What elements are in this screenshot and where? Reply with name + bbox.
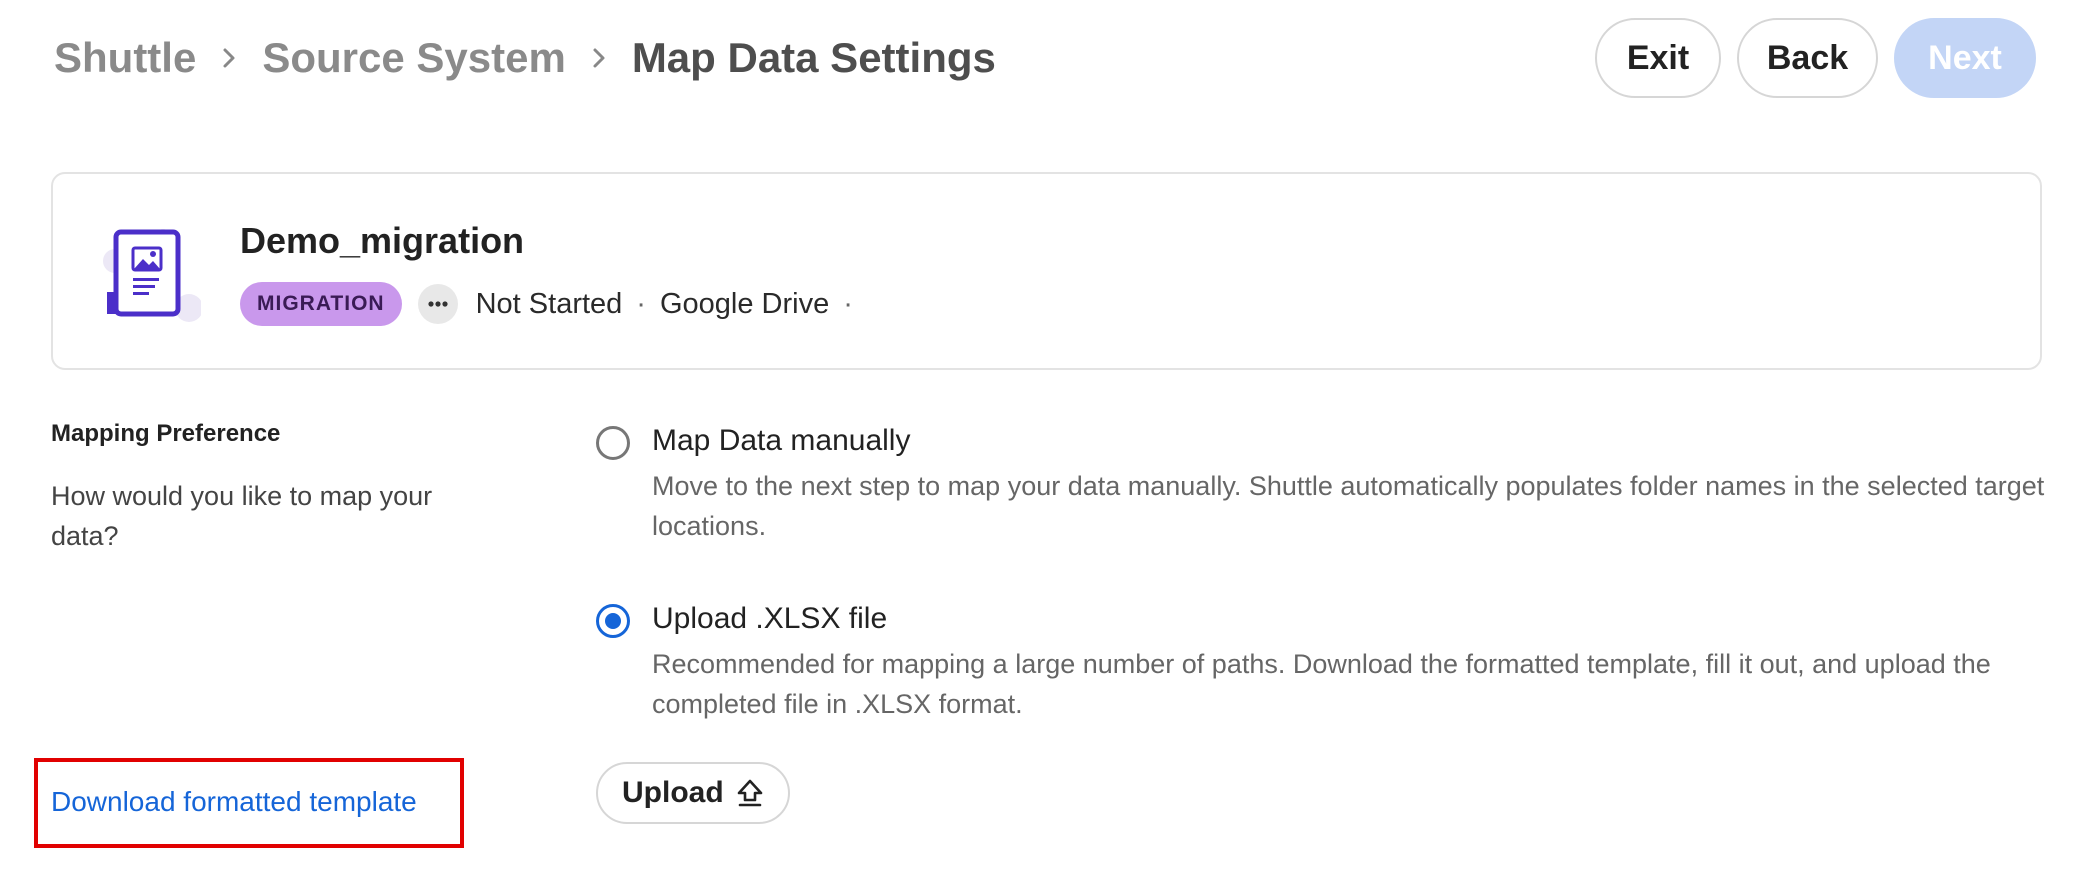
separator: · bbox=[636, 287, 646, 320]
exit-button[interactable]: Exit bbox=[1595, 18, 1721, 98]
document-image-icon bbox=[101, 226, 203, 326]
separator: · bbox=[843, 287, 853, 320]
radio-upload-xlsx[interactable] bbox=[596, 604, 630, 638]
chevron-right-icon bbox=[218, 47, 240, 69]
breadcrumb-shuttle[interactable]: Shuttle bbox=[54, 34, 196, 82]
page-title: Map Data Settings bbox=[631, 34, 996, 81]
breadcrumb-source-system[interactable]: Source System bbox=[262, 34, 565, 82]
migration-title: Demo_migration bbox=[240, 220, 525, 261]
upload-button[interactable]: Upload bbox=[596, 762, 790, 824]
header-actions: Exit Back Next bbox=[1595, 18, 2036, 98]
status-text: Not Started bbox=[475, 287, 623, 320]
upload-label: Upload bbox=[622, 776, 724, 809]
option-title: Upload .XLSX file bbox=[652, 602, 888, 635]
source-text: Google Drive bbox=[659, 287, 830, 320]
option-description: Recommended for mapping a large number o… bbox=[652, 649, 1991, 719]
mapping-preference-title: Mapping Preference bbox=[51, 420, 281, 447]
back-button[interactable]: Back bbox=[1737, 18, 1878, 98]
option-description: Move to the next step to map your data m… bbox=[652, 471, 2045, 541]
mapping-preference-section: Mapping Preference How would you like to… bbox=[51, 420, 491, 556]
page-header: Shuttle Source System Map Data Settings … bbox=[0, 0, 2078, 130]
migration-tag: MIGRATION bbox=[240, 282, 402, 326]
chevron-right-icon bbox=[588, 47, 610, 69]
breadcrumb: Shuttle Source System Map Data Settings bbox=[54, 34, 996, 82]
migration-card: Demo_migration MIGRATION Not Started · G… bbox=[51, 172, 2042, 370]
mapping-preference-description: How would you like to map your data? bbox=[51, 481, 433, 551]
migration-meta: MIGRATION Not Started · Google Drive · bbox=[240, 282, 867, 326]
download-template-link[interactable]: Download formatted template bbox=[51, 786, 417, 818]
upload-icon bbox=[736, 778, 764, 808]
radio-map-manually[interactable] bbox=[596, 426, 630, 460]
more-options-icon[interactable] bbox=[417, 284, 458, 324]
option-title: Map Data manually bbox=[652, 424, 911, 457]
next-button[interactable]: Next bbox=[1894, 18, 2036, 98]
